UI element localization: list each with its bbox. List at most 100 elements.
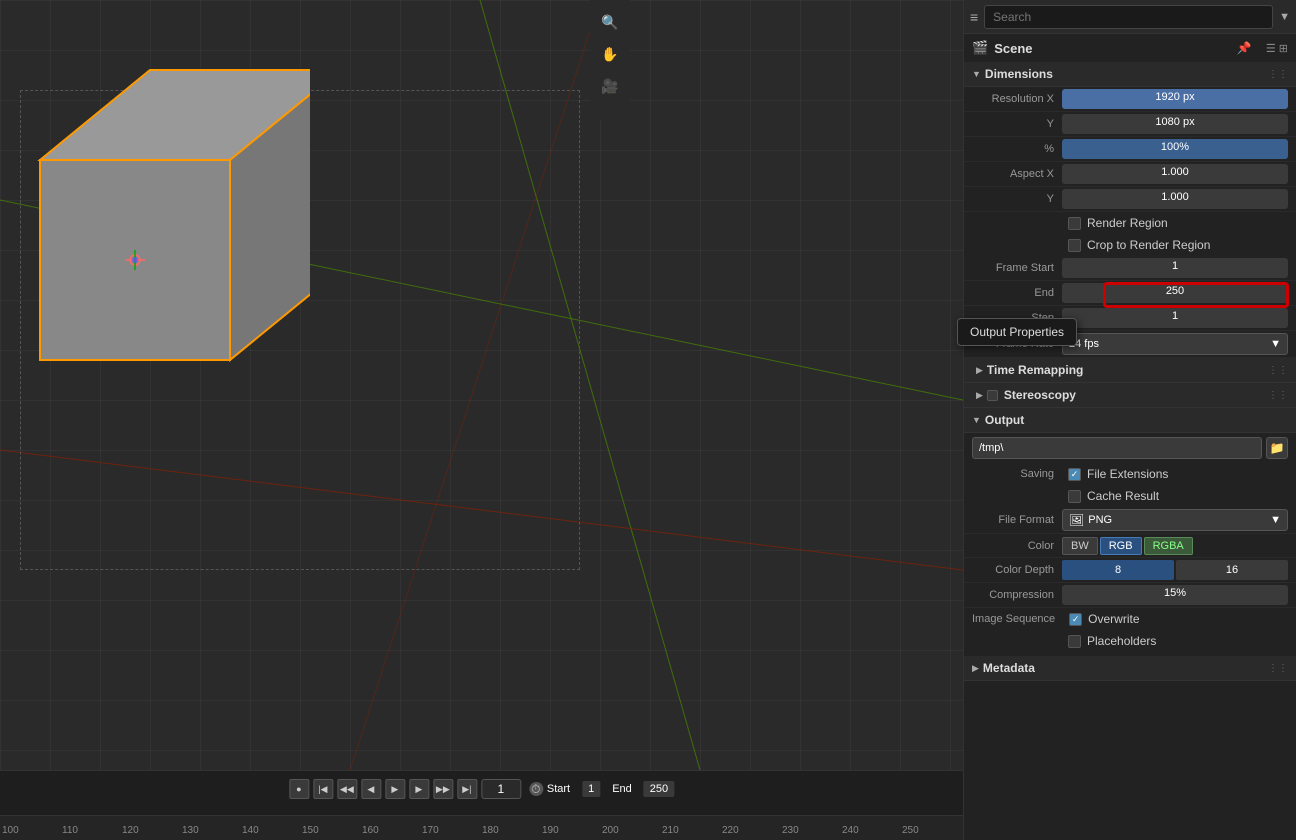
frame-start-label: Frame Start — [972, 262, 1062, 274]
output-path-row: 📁 — [964, 433, 1296, 463]
cache-result-checkbox[interactable] — [1068, 490, 1081, 503]
frame-end-row: End 250 — [964, 281, 1296, 306]
ruler-150: 150 — [302, 825, 319, 836]
color-rgba-btn[interactable]: RGBA — [1144, 537, 1193, 555]
start-end-info: Start 1 End 250 — [547, 781, 674, 797]
scene-header: 🎬 Scene 📌 ☰ ⊞ — [964, 34, 1296, 62]
resolution-x-label: Resolution X — [972, 93, 1062, 105]
cache-result-label: Cache Result — [1087, 489, 1159, 503]
folder-browse-btn[interactable]: 📁 — [1266, 437, 1288, 459]
resolution-pct-label: % — [972, 143, 1062, 155]
resolution-pct-value[interactable]: 100% — [1062, 139, 1288, 159]
frame-start-value[interactable]: 1 — [1062, 258, 1288, 278]
aspect-x-row: Aspect X 1.000 — [964, 162, 1296, 187]
resolution-x-value[interactable]: 1920 px — [1062, 89, 1288, 109]
stereoscopy-checkbox[interactable] — [987, 390, 998, 401]
time-remapping-header[interactable]: ▶ Time Remapping ⋮⋮ — [964, 358, 1296, 383]
ruler-100: 100 — [2, 825, 19, 836]
color-depth-group: 8 16 — [1062, 560, 1288, 580]
compression-value[interactable]: 15% — [1062, 585, 1288, 605]
overwrite-checkbox[interactable] — [1069, 613, 1082, 626]
frame-rate-arrow: ▼ — [1270, 338, 1281, 350]
timeline-ruler: 100 110 120 130 140 150 160 170 180 190 … — [0, 815, 963, 840]
properties-header: ≡ ▼ — [964, 0, 1296, 34]
frame-start-row: Frame Start 1 — [964, 256, 1296, 281]
output-path-input[interactable] — [972, 437, 1262, 459]
crop-render-checkbox[interactable] — [1068, 239, 1081, 252]
ruler-170: 170 — [422, 825, 439, 836]
resolution-y-value[interactable]: 1080 px — [1062, 114, 1288, 134]
timeline: ● |◀ ◀◀ ◀ ▶ ▶ ▶▶ ▶| 1 ⏱ Start 1 End 250 … — [0, 770, 963, 840]
resolution-y-label: Y — [972, 118, 1062, 130]
play-btn[interactable]: ▶ — [385, 779, 405, 799]
next-frame-btn[interactable]: ▶ — [409, 779, 429, 799]
dimensions-title: Dimensions — [985, 67, 1053, 81]
ruler-120: 120 — [122, 825, 139, 836]
stereoscopy-header[interactable]: ▶ Stereoscopy ⋮⋮ — [964, 383, 1296, 408]
render-region-checkbox[interactable] — [1068, 217, 1081, 230]
color-rgb-btn[interactable]: RGB — [1100, 537, 1142, 555]
dimensions-collapse-arrow: ▼ — [972, 69, 981, 79]
resolution-y-row: Y 1080 px — [964, 112, 1296, 137]
file-format-row: File Format 🖼 PNG ▼ — [964, 507, 1296, 534]
properties-menu-icon[interactable]: ≡ — [970, 9, 978, 25]
file-format-value: PNG — [1088, 514, 1112, 526]
aspect-y-label: Y — [972, 193, 1062, 205]
cube-3d — [10, 30, 310, 390]
pan-icon[interactable]: ✋ — [596, 40, 624, 68]
ruler-220: 220 — [722, 825, 739, 836]
render-region-label: Render Region — [1087, 216, 1168, 230]
metadata-section-header[interactable]: ▶ Metadata ⋮⋮ — [964, 656, 1296, 681]
ruler-160: 160 — [362, 825, 379, 836]
file-format-dropdown[interactable]: 🖼 PNG ▼ — [1062, 509, 1288, 531]
crop-render-row: Crop to Render Region — [964, 234, 1296, 256]
scene-icon: 🎬 — [972, 40, 988, 56]
aspect-y-row: Y 1.000 — [964, 187, 1296, 212]
start-label: Start — [547, 783, 570, 795]
pin-icon[interactable]: 📌 — [1237, 41, 1252, 55]
dimensions-section-header[interactable]: ▼ Dimensions ⋮⋮ — [964, 62, 1296, 87]
output-title: Output — [985, 413, 1024, 427]
frame-end-label: End — [972, 287, 1062, 299]
compression-row: Compression 15% — [964, 583, 1296, 608]
aspect-x-value[interactable]: 1.000 — [1062, 164, 1288, 184]
color-bw-btn[interactable]: BW — [1062, 537, 1098, 555]
ruler-190: 190 — [542, 825, 559, 836]
start-value[interactable]: 1 — [582, 781, 600, 797]
ruler-140: 140 — [242, 825, 259, 836]
current-frame[interactable]: 1 — [481, 779, 521, 799]
ruler-180: 180 — [482, 825, 499, 836]
list-view-icon[interactable]: ☰ ⊞ — [1266, 42, 1288, 55]
prev-frame-btn[interactable]: ◀ — [361, 779, 381, 799]
overwrite-row: Image Sequence Overwrite — [964, 608, 1296, 630]
frame-end-value[interactable]: 250 — [1062, 283, 1288, 303]
ruler-250: 250 — [902, 825, 919, 836]
output-section-header[interactable]: ▼ Output — [964, 408, 1296, 433]
properties-search[interactable] — [984, 5, 1273, 29]
next-keyframe-btn[interactable]: ▶▶ — [433, 779, 453, 799]
properties-collapse-all[interactable]: ▼ — [1279, 11, 1290, 23]
color-depth-8-btn[interactable]: 8 — [1062, 560, 1174, 580]
color-row: Color BW RGB RGBA — [964, 534, 1296, 558]
tooltip: Output Properties — [957, 318, 1077, 346]
resolution-x-row: Resolution X 1920 px — [964, 87, 1296, 112]
aspect-y-value[interactable]: 1.000 — [1062, 189, 1288, 209]
placeholders-checkbox[interactable] — [1068, 635, 1081, 648]
frame-step-value[interactable]: 1 — [1062, 308, 1288, 328]
end-value[interactable]: 250 — [644, 781, 674, 797]
prev-keyframe-btn[interactable]: ◀◀ — [337, 779, 357, 799]
render-region-row: Render Region — [964, 212, 1296, 234]
color-depth-16-btn[interactable]: 16 — [1176, 560, 1288, 580]
frame-rate-dropdown[interactable]: 24 fps ▼ — [1062, 333, 1288, 355]
jump-start-btn[interactable]: |◀ — [313, 779, 333, 799]
color-depth-label: Color Depth — [972, 564, 1062, 576]
playback-circle-btn[interactable]: ● — [289, 779, 309, 799]
ruler-230: 230 — [782, 825, 799, 836]
saving-label: Saving — [972, 468, 1062, 480]
file-extensions-checkbox[interactable] — [1068, 468, 1081, 481]
magnify-icon[interactable]: 🔍 — [596, 8, 624, 36]
camera-icon[interactable]: 🎥 — [596, 72, 624, 100]
jump-end-btn[interactable]: ▶| — [457, 779, 477, 799]
end-label: End — [612, 783, 632, 795]
time-remapping-arrow: ▶ — [976, 365, 983, 376]
